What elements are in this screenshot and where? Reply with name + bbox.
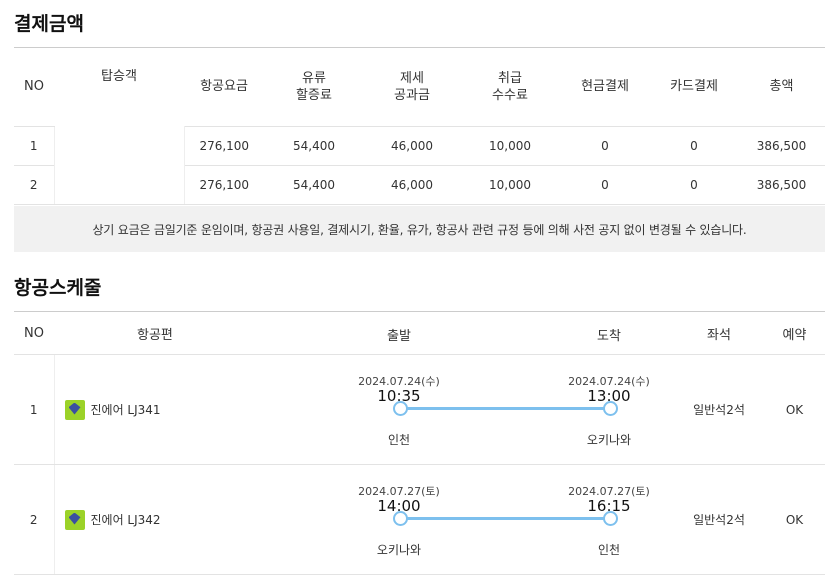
col-seat: 좌석 bbox=[674, 311, 764, 355]
table-row: 1 276,100 54,400 46,000 10,000 0 0 386,5… bbox=[14, 125, 825, 165]
depart-city: 오키나와 bbox=[376, 543, 422, 557]
cell-status: OK bbox=[764, 464, 825, 575]
jinair-logo-icon bbox=[64, 399, 85, 420]
cell-airfare: 276,100 bbox=[184, 125, 264, 165]
airline-flight: 진에어 LJ341 bbox=[90, 403, 161, 417]
cell-seat: 일반석2석 bbox=[674, 354, 764, 465]
cell-airfare: 276,100 bbox=[184, 164, 264, 205]
cell-status: OK bbox=[764, 354, 825, 465]
cell-total: 386,500 bbox=[738, 125, 825, 165]
depart-dot-icon bbox=[393, 401, 408, 416]
fare-notice: 상기 요금은 금일기준 운임이며, 항공권 사용일, 결제시기, 환율, 유가,… bbox=[14, 206, 825, 252]
cell-fee: 10,000 bbox=[460, 125, 560, 165]
table-row: 2 진에어 LJ342 2024.07.27(토) 14:00 오키나와 202… bbox=[14, 464, 825, 575]
cell-flight: 진에어 LJ342 bbox=[54, 464, 264, 575]
table-row: 2 276,100 54,400 46,000 10,000 0 0 386,5… bbox=[14, 164, 825, 205]
jinair-logo-icon bbox=[64, 509, 85, 530]
cell-no: 2 bbox=[14, 164, 54, 205]
col-taxes: 제세 공과금 bbox=[394, 70, 430, 103]
payment-table: NO 탑승객 항공요금 유류 할증료 제세 공과금 취급 수수료 현금결제 카드… bbox=[14, 47, 825, 205]
col-reserve: 예약 bbox=[764, 311, 825, 355]
col-fuel-surcharge: 유류 할증료 bbox=[296, 70, 332, 103]
cell-route: 2024.07.27(토) 14:00 오키나와 2024.07.27(토) 1… bbox=[264, 464, 674, 575]
col-passenger: 탑승객 bbox=[101, 69, 137, 84]
cell-taxes: 46,000 bbox=[364, 125, 460, 165]
cell-fuel: 54,400 bbox=[264, 125, 364, 165]
cell-passenger bbox=[53, 126, 185, 165]
payment-header-row: NO 탑승객 항공요금 유류 할증료 제세 공과금 취급 수수료 현금결제 카드… bbox=[14, 47, 825, 127]
col-flight: 항공편 bbox=[54, 311, 264, 355]
cell-flight: 진에어 LJ341 bbox=[54, 354, 264, 465]
schedule-header-row: NO 항공편 출발 도착 좌석 예약 bbox=[14, 311, 825, 355]
col-route: 출발 도착 bbox=[264, 311, 674, 355]
schedule-title: 항공스케줄 bbox=[14, 277, 102, 299]
table-row: 1 진에어 LJ341 2024.07.24(수) 10:35 인천 2024.… bbox=[14, 354, 825, 465]
col-no: NO bbox=[24, 79, 44, 95]
cell-no: 1 bbox=[14, 354, 55, 465]
col-card: 카드결제 bbox=[670, 79, 718, 95]
route-line bbox=[399, 407, 609, 410]
col-total: 총액 bbox=[769, 79, 794, 95]
cell-passenger bbox=[53, 165, 185, 205]
col-no: NO bbox=[14, 311, 54, 355]
cell-fuel: 54,400 bbox=[264, 164, 364, 205]
col-cash: 현금결제 bbox=[581, 79, 629, 95]
cell-seat: 일반석2석 bbox=[674, 464, 764, 575]
route-line bbox=[399, 517, 609, 520]
col-airfare: 항공요금 bbox=[200, 79, 248, 95]
cell-no: 1 bbox=[14, 125, 54, 165]
col-depart: 출발 bbox=[387, 329, 411, 344]
col-arrive: 도착 bbox=[597, 329, 621, 344]
depart-city: 인천 bbox=[387, 433, 411, 447]
payment-title: 결제금액 bbox=[14, 13, 84, 35]
arrive-time: 16:15 bbox=[587, 497, 631, 515]
airline-flight: 진에어 LJ342 bbox=[90, 513, 161, 527]
depart-dot-icon bbox=[393, 511, 408, 526]
cell-card: 0 bbox=[650, 125, 738, 165]
schedule-table: NO 항공편 출발 도착 좌석 예약 1 진에어 LJ341 2024.07.2… bbox=[14, 311, 825, 575]
cell-taxes: 46,000 bbox=[364, 164, 460, 205]
cell-cash: 0 bbox=[560, 125, 650, 165]
cell-no: 2 bbox=[14, 464, 55, 575]
reservation-detail: 결제금액 NO 탑승객 항공요금 유류 할증료 제세 공과금 취급 수수료 현금… bbox=[0, 0, 829, 577]
arrive-time: 13:00 bbox=[587, 387, 631, 405]
cell-card: 0 bbox=[650, 164, 738, 205]
arrive-city: 인천 bbox=[597, 543, 621, 557]
arrive-city: 오키나와 bbox=[586, 433, 632, 447]
cell-total: 386,500 bbox=[738, 164, 825, 205]
cell-fee: 10,000 bbox=[460, 164, 560, 205]
col-handling-fee: 취급 수수료 bbox=[492, 70, 528, 103]
cell-cash: 0 bbox=[560, 164, 650, 205]
cell-route: 2024.07.24(수) 10:35 인천 2024.07.24(수) 13:… bbox=[264, 354, 674, 465]
